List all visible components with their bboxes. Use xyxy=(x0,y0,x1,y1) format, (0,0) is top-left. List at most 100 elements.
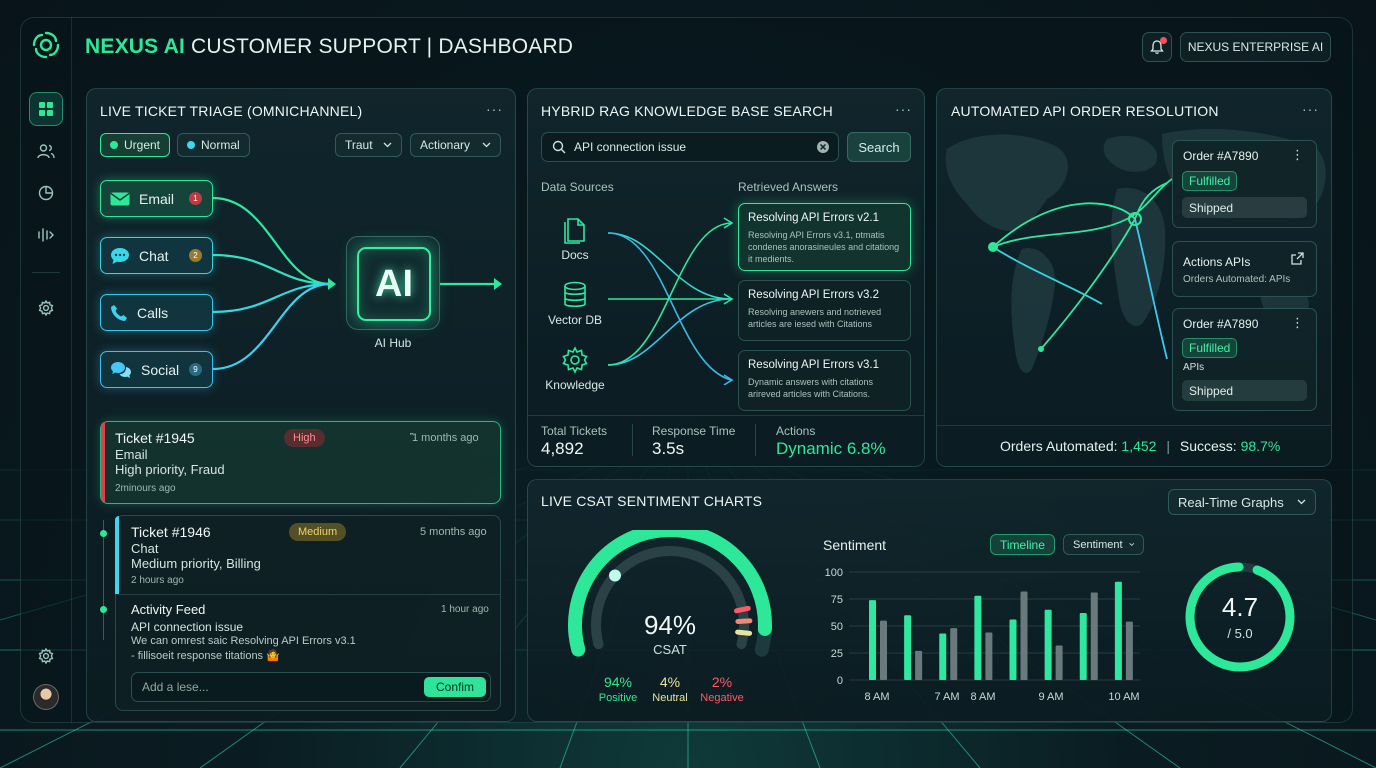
order-extra: APIs xyxy=(1183,362,1205,373)
settings-icon xyxy=(38,300,54,316)
normal-filter[interactable]: Normal xyxy=(177,133,250,157)
ticket-id[interactable]: Ticket #1946 xyxy=(131,524,211,540)
bar-neutral xyxy=(880,620,887,680)
stat-divider xyxy=(632,424,633,456)
channel-social[interactable]: Social 9 xyxy=(100,351,213,388)
orders-automated-label: Orders Automated: xyxy=(1000,438,1118,454)
notifications-button[interactable] xyxy=(1142,32,1172,62)
ticket-description: Medium priority, Billing xyxy=(131,556,261,571)
order-card[interactable]: Order #A7890 ⋮ Fulfilled Shipped xyxy=(1172,140,1317,228)
enterprise-button[interactable]: NEXUS ENTERPRISE AI xyxy=(1180,32,1331,62)
rag-search-value: API connection issue xyxy=(574,140,687,154)
x-tick-label: 8 AM xyxy=(864,691,889,703)
source-docs-label: Docs xyxy=(561,248,589,262)
chevron-down-icon xyxy=(383,142,392,148)
y-tick-label: 100 xyxy=(825,567,843,579)
channel-social-badge: 9 xyxy=(189,363,202,376)
data-sources-label: Data Sources xyxy=(541,180,614,194)
bar-neutral xyxy=(1020,591,1028,680)
graph-mode-select[interactable]: Real-Time Graphs xyxy=(1168,489,1316,515)
channel-calls[interactable]: Calls xyxy=(100,294,213,331)
phone-icon xyxy=(111,304,127,321)
actions-apis-card[interactable]: Actions APIs Orders Automated: APIs xyxy=(1172,241,1317,297)
ticket-age: 2 hours ago xyxy=(131,575,184,586)
channel-chat-label: Chat xyxy=(139,247,169,264)
ticket-time: ꜠1 months ago xyxy=(412,432,479,444)
ai-hub[interactable]: AI xyxy=(346,236,440,330)
actions-apis-title: Actions APIs xyxy=(1183,255,1251,269)
gauge-value: 94% xyxy=(643,610,697,640)
ai-hub-chip: AI xyxy=(357,247,431,321)
x-tick-label: 7 AM xyxy=(934,691,959,703)
answer-card[interactable]: Resolving API Errors v3.2 Resolving anew… xyxy=(738,280,911,341)
traut-select[interactable]: Traut xyxy=(335,133,402,157)
stat-actions-label: Actions xyxy=(776,424,816,438)
severity-badge-medium: Medium xyxy=(289,523,347,541)
pie-chart-icon xyxy=(38,185,54,201)
source-vector-db-label: Vector DB xyxy=(547,313,603,327)
sidebar-item-dashboard[interactable] xyxy=(29,92,63,126)
triage-menu-icon[interactable]: ··· xyxy=(486,101,503,117)
order-menu-icon[interactable]: ⋮ xyxy=(1291,315,1304,331)
timeline-line xyxy=(103,520,104,640)
ticket-priority-bar xyxy=(101,422,105,502)
users-icon xyxy=(37,144,55,159)
timeline-dot xyxy=(100,606,107,613)
answer-card[interactable]: Resolving API Errors v3.1 Dynamic answer… xyxy=(738,350,911,411)
y-tick-label: 75 xyxy=(831,594,843,606)
ticket-age: 2minours ago xyxy=(115,483,176,494)
bar-positive xyxy=(869,600,876,680)
chevron-down-icon xyxy=(1297,499,1306,505)
order-card[interactable]: Order #A7890 ⋮ Fulfilled APIs Shipped xyxy=(1172,308,1317,411)
status-badge: Fulfilled xyxy=(1182,171,1238,191)
sidebar-item-settings[interactable] xyxy=(29,291,63,325)
source-knowledge-label: Knowledge xyxy=(545,378,605,392)
chevron-down-icon xyxy=(1128,543,1134,546)
channel-email-label: Email xyxy=(139,190,175,207)
channel-chat[interactable]: Chat 2 xyxy=(100,237,213,274)
sentiment-select[interactable]: Sentiment xyxy=(1063,534,1144,555)
stat-divider xyxy=(755,424,756,456)
clear-icon[interactable] xyxy=(816,140,830,154)
y-tick-label: 50 xyxy=(831,621,843,633)
bar-neutral xyxy=(1055,645,1063,680)
triage-title: LIVE TICKET TRIAGE (OMNICHANNEL) xyxy=(100,103,363,119)
answer-body: Resolving API Errors v3.1, ɒtmatis conde… xyxy=(748,230,900,264)
order-menu-icon[interactable]: ⋮ xyxy=(1291,147,1304,163)
orders-footer: Orders Automated: 1,452 | Success: 98.7% xyxy=(1000,438,1281,454)
traut-select-value: Traut xyxy=(345,138,373,152)
chevron-down-icon xyxy=(482,142,491,148)
confirm-button[interactable]: Confim xyxy=(424,677,486,697)
answer-card[interactable]: Resolving API Errors v2.1 Resolving API … xyxy=(738,203,911,271)
activity-time: 1 hour ago xyxy=(441,604,489,615)
search-button[interactable]: Search xyxy=(847,132,911,162)
user-avatar[interactable] xyxy=(33,684,59,710)
sidebar-item-preferences[interactable] xyxy=(29,639,63,673)
orders-divider xyxy=(937,425,1331,426)
orders-menu-icon[interactable]: ··· xyxy=(1302,101,1319,117)
actionary-select[interactable]: Actionary xyxy=(410,133,501,157)
rag-menu-icon[interactable]: ··· xyxy=(895,101,912,117)
shipping-status: Shipped xyxy=(1182,197,1307,218)
sidebar-item-users[interactable] xyxy=(29,134,63,168)
sidebar-item-audio[interactable] xyxy=(29,218,63,252)
tab-timeline[interactable]: Timeline xyxy=(990,534,1055,555)
x-tick-label: 9 AM xyxy=(1038,691,1063,703)
legend-neutral-label: Neutral xyxy=(652,692,688,704)
urgent-filter[interactable]: Urgent xyxy=(100,133,171,157)
channel-email[interactable]: Email 1 xyxy=(100,180,213,217)
shipping-status: Shipped xyxy=(1182,380,1307,401)
notification-dot xyxy=(1160,37,1167,44)
legend-positive-label: Positive xyxy=(598,692,638,704)
rag-search-input[interactable]: API connection issue xyxy=(541,132,839,162)
ai-hub-label: AI Hub xyxy=(374,336,412,350)
external-link-icon[interactable] xyxy=(1291,252,1304,265)
page-title: NEXUS AI CUSTOMER SUPPORT | DASHBOARD xyxy=(85,35,573,59)
activity-feed-title: Activity Feed xyxy=(131,602,206,617)
activity-line: - fillisoeit response titations 🤷 xyxy=(131,650,280,662)
order-id: Order #A7890 xyxy=(1183,317,1259,331)
sidebar-item-reports[interactable] xyxy=(29,176,63,210)
success-label: Success: xyxy=(1179,438,1237,454)
feed-divider xyxy=(119,594,500,595)
bar-positive xyxy=(1044,609,1052,680)
